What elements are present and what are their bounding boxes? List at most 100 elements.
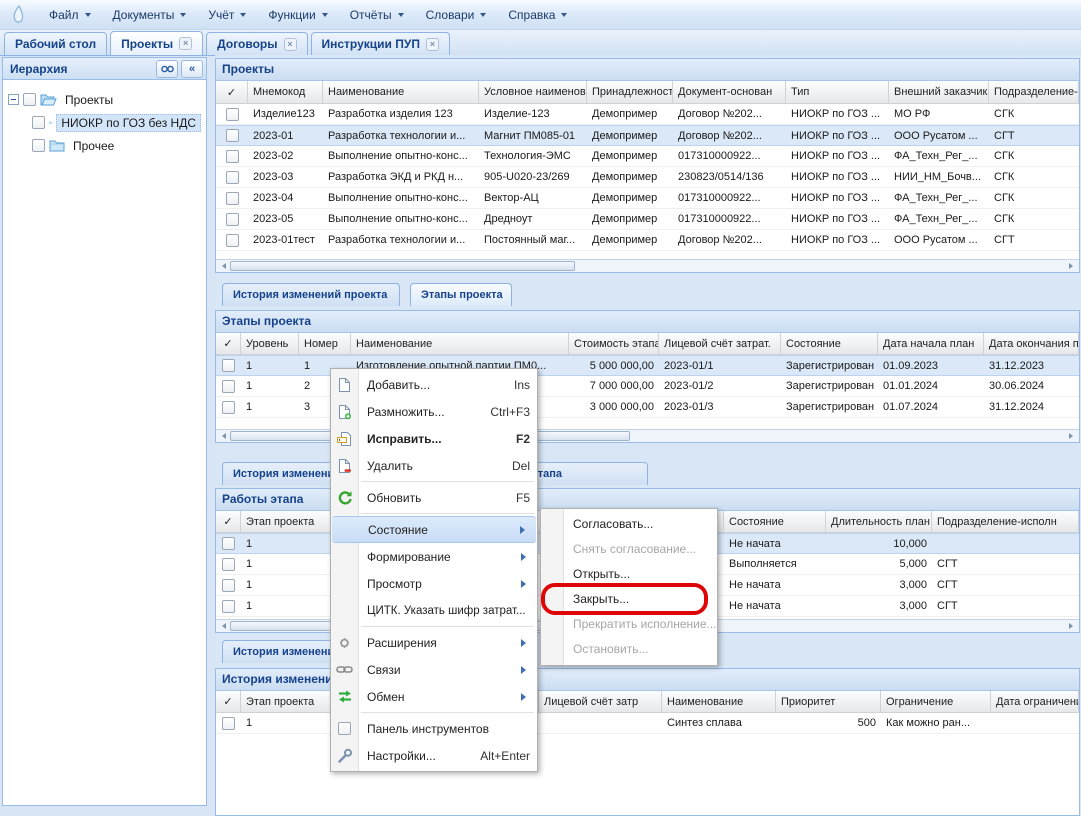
- column-header-check[interactable]: ✓: [216, 81, 248, 103]
- tree-collapse-icon[interactable]: [8, 94, 19, 105]
- submenu-item-approve[interactable]: Согласовать...: [541, 512, 717, 537]
- table-row[interactable]: 2023-05 Выполнение опытно-конс... Дредно…: [216, 209, 1079, 230]
- column-header-name[interactable]: Наименование: [323, 81, 479, 103]
- row-checkbox[interactable]: [222, 380, 235, 393]
- column-header-constraint[interactable]: Ограничение: [881, 691, 991, 712]
- column-header-check[interactable]: ✓: [216, 691, 241, 712]
- menu-item-links[interactable]: Связи: [331, 656, 537, 683]
- column-header-start-date[interactable]: Дата начала план: [878, 333, 984, 354]
- collapse-panel-icon[interactable]: «: [181, 60, 203, 78]
- table-row[interactable]: 2023-03 Разработка ЭКД и РКД н... 905-U0…: [216, 167, 1079, 188]
- row-checkbox[interactable]: [226, 150, 239, 163]
- column-header-number[interactable]: Номер: [299, 333, 351, 354]
- row-checkbox[interactable]: [226, 234, 239, 247]
- menu-file[interactable]: Файл: [38, 3, 102, 27]
- search-icon[interactable]: [156, 60, 178, 78]
- table-row-selected[interactable]: 2023-01 Разработка технологии и... Магни…: [216, 125, 1079, 146]
- menu-documents[interactable]: Документы: [102, 3, 198, 27]
- row-checkbox[interactable]: [226, 129, 239, 142]
- column-header-stage-cost[interactable]: Стоимость этапа: [569, 333, 659, 354]
- column-header-belonging[interactable]: Принадлежность: [587, 81, 673, 103]
- column-header-type[interactable]: Тип: [786, 81, 889, 103]
- scroll-left-icon[interactable]: [216, 260, 229, 272]
- close-icon[interactable]: ×: [284, 38, 297, 51]
- column-header-name[interactable]: Наименование: [351, 333, 569, 354]
- column-header-duration-plan[interactable]: Длительность план: [826, 511, 932, 532]
- column-header-base-document[interactable]: Документ-основан: [673, 81, 786, 103]
- table-row[interactable]: Изделие123 Разработка изделия 123 Издели…: [216, 104, 1079, 125]
- column-header-level[interactable]: Уровень: [241, 333, 299, 354]
- row-checkbox[interactable]: [222, 401, 235, 414]
- row-checkbox[interactable]: [226, 192, 239, 205]
- menu-item-delete[interactable]: Удалить Del: [331, 452, 537, 479]
- column-header-project-stage[interactable]: Этап проекта: [241, 691, 331, 712]
- tree-checkbox[interactable]: [32, 116, 45, 129]
- row-checkbox[interactable]: [222, 579, 235, 592]
- close-icon[interactable]: ×: [179, 37, 192, 50]
- tree-node-niokr[interactable]: НИОКР по ГОЗ без НДС: [8, 111, 201, 134]
- menu-item-state[interactable]: Состояние: [332, 516, 536, 543]
- menu-help[interactable]: Справка: [497, 3, 578, 27]
- menu-item-refresh[interactable]: Обновить F5: [331, 484, 537, 511]
- scrollbar-thumb[interactable]: [230, 261, 575, 271]
- scroll-left-icon[interactable]: [216, 620, 229, 632]
- scroll-left-icon[interactable]: [216, 430, 229, 442]
- close-icon[interactable]: ×: [426, 38, 439, 51]
- tab-projects[interactable]: Проекты×: [110, 31, 203, 55]
- tree-node-projects[interactable]: Проекты: [8, 88, 201, 111]
- table-row[interactable]: 2023-01тест Разработка технологии и... П…: [216, 230, 1079, 251]
- menu-item-citk-cost-code[interactable]: ЦИТК. Указать шифр затрат...: [331, 597, 537, 624]
- menu-item-duplicate[interactable]: Размножить... Ctrl+F3: [331, 398, 537, 425]
- row-checkbox[interactable]: [222, 717, 235, 730]
- row-checkbox[interactable]: [226, 108, 239, 121]
- submenu-item-open[interactable]: Открыть...: [541, 562, 717, 587]
- column-header-cost-account[interactable]: Лицевой счёт затрат.: [659, 333, 781, 354]
- tab-desktop[interactable]: Рабочий стол: [4, 32, 107, 55]
- scroll-right-icon[interactable]: [1066, 620, 1079, 632]
- row-checkbox[interactable]: [222, 600, 235, 613]
- column-header-executor-department[interactable]: Подразделение-исполн: [932, 511, 1079, 532]
- column-header-end-date[interactable]: Дата окончания п: [984, 333, 1079, 354]
- row-checkbox[interactable]: [222, 359, 235, 372]
- row-checkbox[interactable]: [222, 537, 235, 550]
- menu-item-exchange[interactable]: Обмен: [331, 683, 537, 710]
- table-row[interactable]: 2023-02 Выполнение опытно-конс... Технол…: [216, 146, 1079, 167]
- menu-item-edit[interactable]: Исправить... F2: [331, 425, 537, 452]
- row-checkbox[interactable]: [226, 171, 239, 184]
- tab-instructions-pup[interactable]: Инструкции ПУП×: [311, 32, 450, 55]
- scroll-right-icon[interactable]: [1066, 260, 1079, 272]
- column-header-cost-account[interactable]: Лицевой счёт затр: [539, 691, 662, 712]
- column-header-external-customer[interactable]: Внешний заказчик: [889, 81, 989, 103]
- menu-item-toolbar-toggle[interactable]: Панель инструментов: [331, 715, 537, 742]
- menu-item-settings[interactable]: Настройки... Alt+Enter: [331, 742, 537, 769]
- column-header-state[interactable]: Состояние: [781, 333, 878, 354]
- tree-node-other[interactable]: Прочее: [8, 134, 201, 157]
- column-header-state[interactable]: Состояние: [724, 511, 826, 532]
- column-header-mnemocode[interactable]: Мнемокод: [248, 81, 323, 103]
- column-header-constraint-date[interactable]: Дата ограничения: [991, 691, 1079, 712]
- column-header-project-stage[interactable]: Этап проекта: [241, 511, 331, 532]
- menu-item-formation[interactable]: Формирование: [331, 543, 537, 570]
- horizontal-scrollbar[interactable]: [216, 259, 1079, 272]
- submenu-item-close[interactable]: Закрыть...: [541, 587, 717, 612]
- menu-item-extensions[interactable]: Расширения: [331, 629, 537, 656]
- tree-checkbox[interactable]: [32, 139, 45, 152]
- tree-checkbox[interactable]: [23, 93, 36, 106]
- menu-functions[interactable]: Функции: [257, 3, 338, 27]
- tab-contracts[interactable]: Договоры×: [206, 32, 307, 55]
- column-header-name[interactable]: Наименование: [662, 691, 776, 712]
- column-header-check[interactable]: ✓: [216, 333, 241, 354]
- column-header-codename[interactable]: Условное наименова: [479, 81, 587, 103]
- tab-project-stages[interactable]: Этапы проекта: [410, 283, 512, 306]
- tab-project-history[interactable]: История изменений проекта: [222, 283, 400, 306]
- menu-item-view[interactable]: Просмотр: [331, 570, 537, 597]
- menu-item-add[interactable]: Добавить... Ins: [331, 371, 537, 398]
- menu-accounting[interactable]: Учёт: [197, 3, 257, 27]
- menu-reports[interactable]: Отчёты: [339, 3, 415, 27]
- table-row[interactable]: 2023-04 Выполнение опытно-конс... Вектор…: [216, 188, 1079, 209]
- scroll-right-icon[interactable]: [1066, 430, 1079, 442]
- menu-dictionaries[interactable]: Словари: [415, 3, 498, 27]
- column-header-check[interactable]: ✓: [216, 511, 241, 532]
- column-header-department[interactable]: Подразделение-от: [989, 81, 1079, 103]
- column-header-priority[interactable]: Приоритет: [776, 691, 881, 712]
